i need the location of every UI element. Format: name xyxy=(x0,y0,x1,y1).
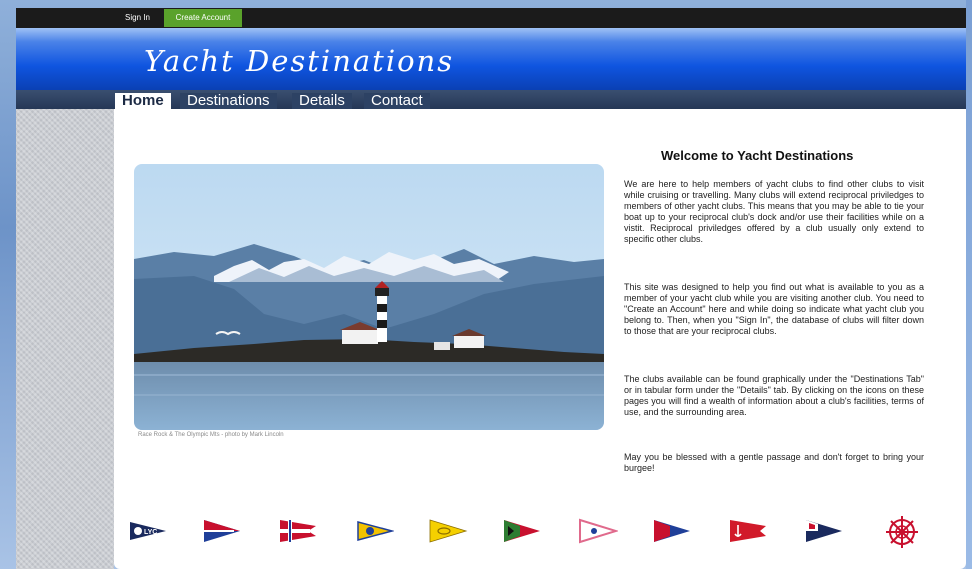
burgee-lyc-label: LYC xyxy=(144,529,157,536)
burgee-yellow-blue-icon[interactable] xyxy=(354,516,394,546)
photo-caption: Race Rock & The Olympic Mts - photo by M… xyxy=(138,432,284,438)
tab-home[interactable]: Home xyxy=(115,93,171,110)
top-bar xyxy=(16,8,966,28)
burgee-red-white-blue-icon[interactable] xyxy=(202,516,242,546)
burgee-pink-white-icon[interactable] xyxy=(578,516,618,546)
burgee-lyc-icon[interactable]: LYC xyxy=(128,516,168,546)
site-title: Yacht Destinations xyxy=(144,44,455,78)
burgee-red-blue-icon[interactable] xyxy=(652,516,692,546)
burgee-navy-red-icon[interactable] xyxy=(804,516,844,546)
create-account-button[interactable]: Create Account xyxy=(164,9,242,27)
sign-in-link[interactable]: Sign In xyxy=(125,13,150,22)
welcome-paragraph: The clubs available can be found graphic… xyxy=(624,374,924,417)
burgee-red-cross-icon[interactable] xyxy=(278,516,318,546)
page-background xyxy=(966,0,972,569)
left-texture xyxy=(16,108,114,569)
ship-wheel-icon[interactable] xyxy=(880,512,924,552)
welcome-paragraph: This site was designed to help you find … xyxy=(624,282,924,336)
burgee-yellow-icon[interactable] xyxy=(428,516,468,546)
burgee-red-anchor-icon[interactable] xyxy=(728,516,768,546)
tab-details[interactable]: Details xyxy=(292,93,352,109)
tab-contact[interactable]: Contact xyxy=(364,93,430,109)
lighthouse-photo xyxy=(134,164,604,430)
burgee-green-red-icon[interactable] xyxy=(502,516,542,546)
welcome-paragraph: We are here to help members of yacht clu… xyxy=(624,179,924,244)
welcome-paragraph: May you be blessed with a gentle passage… xyxy=(624,452,924,473)
tab-destinations[interactable]: Destinations xyxy=(180,93,277,109)
welcome-heading: Welcome to Yacht Destinations xyxy=(661,148,854,163)
